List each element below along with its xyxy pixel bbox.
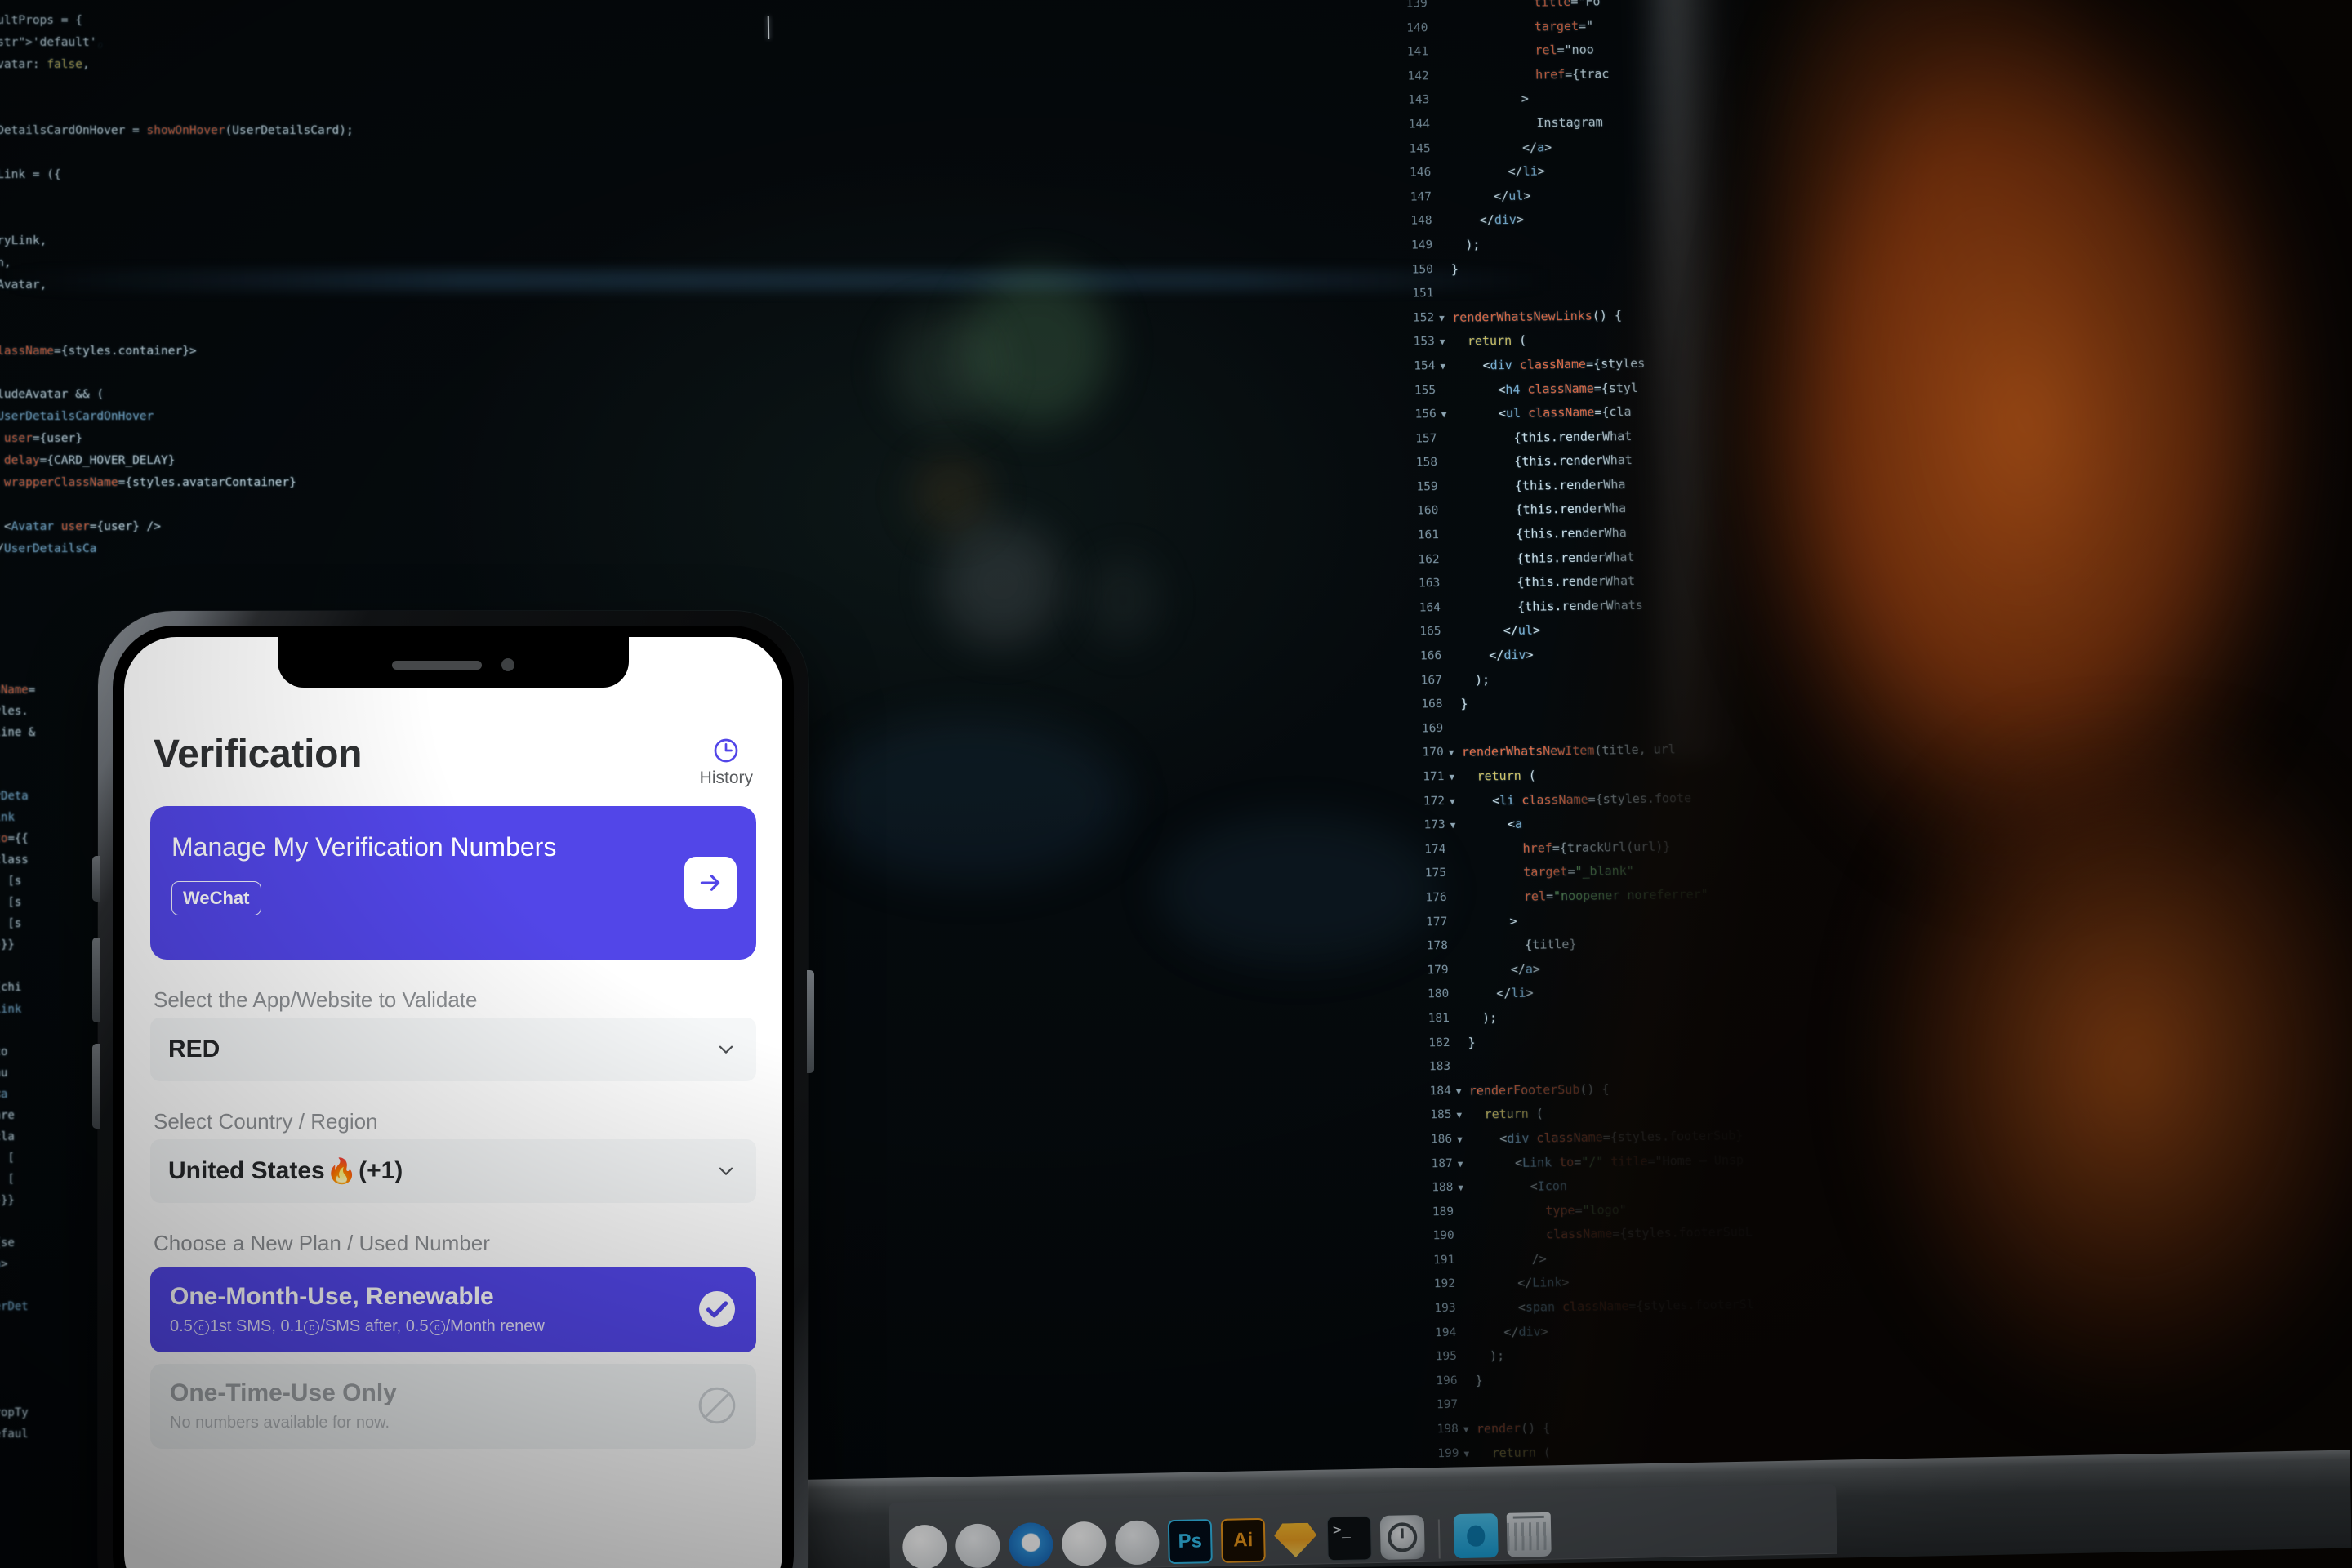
phone-bezel: Verification History Manage My Verificat…	[113, 626, 794, 1568]
arrow-right-icon	[700, 875, 720, 891]
downloads-folder-icon[interactable]	[1453, 1513, 1499, 1559]
credit-coin-icon: c	[193, 1319, 209, 1335]
photoshop-icon[interactable]: Ps	[1167, 1519, 1213, 1565]
country-name: United States	[168, 1157, 325, 1184]
sketch-icon[interactable]	[1274, 1517, 1319, 1561]
app-header: Verification History	[150, 733, 756, 788]
terminal-icon[interactable]: >_	[1326, 1516, 1372, 1561]
smartphone-device: Verification History Manage My Verificat…	[92, 611, 814, 1568]
volume-down-button[interactable]	[92, 1044, 100, 1129]
code-line: 193 <span className={styles.footerSl	[1434, 1297, 1755, 1316]
country-select-label: Select Country / Region	[154, 1109, 378, 1134]
page-title: Verification	[154, 733, 363, 776]
app-website-value: RED	[168, 1036, 220, 1062]
plan-option-monthly[interactable]: One-Month-Use, Renewable 0.5 c 1st SMS, 0.…	[150, 1267, 756, 1352]
chevron-down-icon	[719, 1167, 733, 1175]
promo-arrow-button[interactable]	[684, 857, 737, 909]
history-button[interactable]: History	[700, 733, 753, 788]
power-button[interactable]	[807, 970, 814, 1073]
bokeh-light	[817, 719, 1127, 882]
credit-coin-icon: c	[304, 1319, 320, 1335]
country-region-value: United States 🔥 (+1)	[168, 1157, 403, 1186]
country-region-select[interactable]: United States 🔥 (+1)	[150, 1139, 756, 1203]
fire-emoji-icon: 🔥	[326, 1157, 358, 1185]
manage-numbers-card[interactable]: Manage My Verification Numbers WeChat	[150, 806, 756, 960]
check-circle-icon	[699, 1291, 735, 1327]
code-editor-left: efaultProps = { "str">'default', deAvata…	[0, 14, 354, 556]
plan-option-onetime[interactable]: One-Time-Use Only No numbers available f…	[150, 1364, 756, 1449]
app-website-select[interactable]: RED	[150, 1018, 756, 1081]
plan-section-label: Choose a New Plan / Used Number	[154, 1231, 490, 1255]
code-line: 190 className={styles.footerSubL	[1432, 1224, 1753, 1243]
bokeh-light	[939, 523, 1062, 645]
dock-separator	[1437, 1519, 1441, 1559]
verification-app: Verification History Manage My Verificat…	[124, 637, 782, 1449]
bokeh-light	[890, 310, 996, 425]
chevron-down-icon	[719, 1045, 733, 1054]
phone-screen: Verification History Manage My Verificat…	[124, 637, 782, 1568]
credit-coin-icon: c	[429, 1319, 445, 1335]
no-entry-icon	[698, 1387, 736, 1424]
bokeh-light	[1086, 555, 1160, 645]
app-icon[interactable]	[1114, 1520, 1160, 1566]
blurred-person-shoulder	[1821, 735, 2352, 1568]
front-camera	[501, 658, 514, 671]
plan-name: One-Time-Use Only	[170, 1379, 397, 1406]
screenshot-scene: efaultProps = { "str">'default', deAvata…	[0, 0, 2352, 1568]
app-select-label: Select the App/Website to Validate	[154, 987, 478, 1012]
history-label: History	[699, 768, 753, 787]
safari-icon[interactable]	[1008, 1521, 1054, 1568]
phone-notch	[278, 637, 629, 688]
volume-up-button[interactable]	[92, 938, 100, 1022]
trash-icon[interactable]	[1506, 1512, 1552, 1557]
plan-name: One-Month-Use, Renewable	[170, 1283, 494, 1310]
earpiece-speaker	[392, 660, 482, 670]
dial-code: (+1)	[359, 1157, 403, 1184]
promo-title: Manage My Verification Numbers	[172, 832, 557, 862]
code-line: 187 ▼ <Link to="/" title="Home — Unsp	[1431, 1152, 1744, 1171]
system-preferences-icon[interactable]	[1379, 1514, 1425, 1560]
plan-pricing: 0.5 c 1st SMS, 0.1 c/SMS after, 0.5 c/Month …	[170, 1317, 545, 1335]
mail-icon[interactable]	[1061, 1521, 1107, 1566]
clock-icon	[714, 738, 738, 763]
finder-face-icon[interactable]	[902, 1524, 947, 1568]
illustrator-icon[interactable]: Ai	[1220, 1517, 1266, 1563]
plan-availability: No numbers available for now.	[170, 1414, 390, 1432]
launchpad-icon[interactable]	[955, 1523, 1000, 1568]
bokeh-light	[915, 457, 988, 531]
promo-tag-wechat: WeChat	[172, 881, 261, 915]
silent-switch[interactable]	[92, 856, 100, 902]
code-editor-left-lower: div className= styles. inline & }} <User…	[0, 684, 36, 1441]
